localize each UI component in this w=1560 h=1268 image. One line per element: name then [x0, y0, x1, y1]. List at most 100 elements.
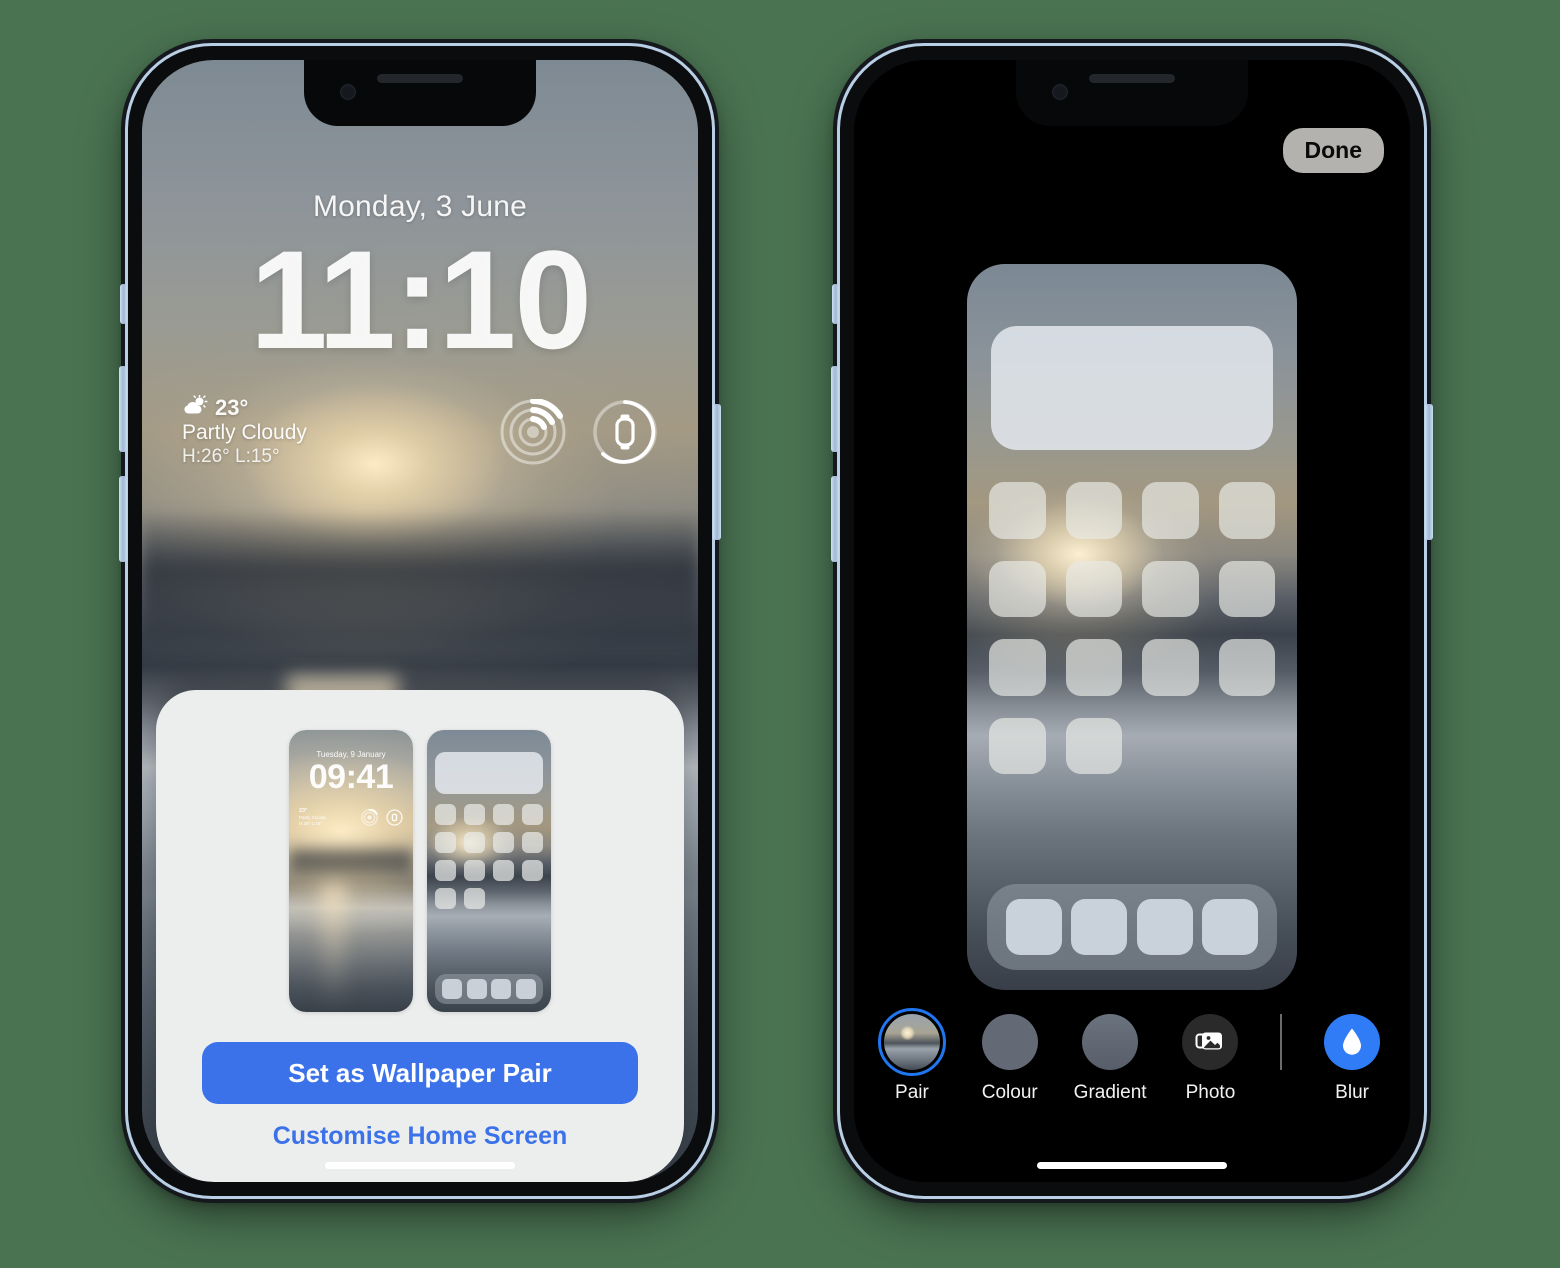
earpiece-speaker-icon	[1089, 74, 1175, 83]
app-icon	[1065, 560, 1122, 617]
preview-app-icon	[435, 860, 456, 881]
dock-icon	[1005, 899, 1062, 955]
app-icon	[1065, 482, 1122, 539]
wallpaper-cloud-band	[142, 508, 698, 644]
app-icon	[989, 639, 1046, 696]
preview-app-icon	[522, 860, 543, 881]
mute-switch[interactable]	[120, 284, 127, 324]
home-icon-grid	[989, 482, 1275, 774]
home-screen-preview[interactable]	[967, 264, 1297, 990]
volume-down-button[interactable]	[831, 476, 839, 562]
volume-down-button[interactable]	[119, 476, 127, 562]
tool-label: Colour	[981, 1082, 1038, 1103]
dock-icon	[1202, 899, 1259, 955]
dock-icon	[1136, 899, 1193, 955]
preview-app-icon	[435, 832, 456, 853]
front-camera-icon	[340, 84, 356, 100]
preview-watch-battery-icon	[386, 808, 403, 826]
preview-dock-icon	[515, 979, 536, 999]
preview-app-icon	[493, 832, 514, 853]
preview-weather-widget: 23° Partly Cloudy H:26° L:15°	[299, 808, 326, 827]
preview-find-my-rings-icon	[361, 808, 378, 826]
preview-weather-condition: Partly Cloudy	[299, 814, 326, 820]
phone-screen: Monday, 3 June 11:10 23° Partly Cloudy H…	[142, 60, 698, 1182]
mute-switch[interactable]	[832, 284, 839, 324]
lock-screen-widget-row: 23° Partly Cloudy H:26° L:15°	[182, 390, 658, 474]
preview-app-icon	[464, 860, 485, 881]
preview-home-icon-grid	[435, 804, 543, 909]
dock-icon	[1071, 899, 1128, 955]
preview-app-icon	[435, 888, 456, 909]
done-button[interactable]: Done	[1282, 128, 1384, 173]
earpiece-speaker-icon	[377, 74, 463, 83]
front-camera-icon	[1052, 84, 1068, 100]
preview-weather-high-low: H:26° L:15°	[299, 820, 323, 826]
preview-app-icon	[522, 832, 543, 853]
tool-colour[interactable]: Colour	[976, 1014, 1044, 1104]
home-screen-editor: Done Pair Colour Gradient Photo Blur	[854, 60, 1410, 1182]
preview-app-icon	[464, 888, 485, 909]
lock-screen-clock: 11:10	[249, 221, 592, 378]
power-button[interactable]	[1425, 404, 1433, 540]
volume-up-button[interactable]	[119, 366, 127, 452]
toolbar-divider	[1280, 1014, 1283, 1070]
preview-dock-icon	[491, 979, 512, 999]
preview-widget-row: 23° Partly Cloudy H:26° L:15°	[299, 804, 403, 830]
wallpaper-style-toolbar: Pair Colour Gradient Photo Blur	[854, 1008, 1410, 1124]
preview-app-icon	[464, 832, 485, 853]
preview-home-widget	[435, 752, 543, 794]
tool-pair[interactable]: Pair	[877, 1008, 946, 1104]
weather-condition: Partly Cloudy	[182, 421, 307, 445]
wallpaper-pair-previews: Tuesday, 9 January 09:41 23° Partly Clou…	[156, 730, 684, 1018]
tool-label: Photo	[1185, 1082, 1236, 1103]
display-notch	[304, 60, 536, 126]
home-indicator[interactable]	[1037, 1162, 1227, 1169]
preview-cloud-band	[289, 842, 413, 877]
gradient-swatch-icon[interactable]	[1082, 1014, 1139, 1070]
screenshot-stage: Monday, 3 June 11:10 23° Partly Cloudy H…	[0, 0, 1560, 1268]
app-icon	[1218, 639, 1275, 696]
preview-app-icon	[522, 804, 543, 825]
find-my-rings-icon[interactable]	[500, 397, 566, 465]
apple-watch-battery-icon[interactable]	[592, 399, 658, 465]
weather-widget[interactable]: 23° Partly Cloudy H:26° L:15°	[182, 394, 307, 468]
tool-gradient[interactable]: Gradient	[1074, 1014, 1147, 1104]
display-notch	[1016, 60, 1248, 126]
dock	[987, 884, 1277, 970]
home-indicator[interactable]	[325, 1162, 515, 1169]
app-icon	[1218, 560, 1275, 617]
lock-screen-preview-card[interactable]: Tuesday, 9 January 09:41 23° Partly Clou…	[289, 730, 413, 1012]
preview-sun-reflection	[321, 885, 347, 1012]
tool-photo[interactable]: Photo	[1177, 1014, 1245, 1104]
phone-screen: Done Pair Colour Gradient Photo Blur	[854, 60, 1410, 1182]
app-icon	[1065, 639, 1122, 696]
tool-blur[interactable]: Blur	[1318, 1014, 1386, 1104]
app-icon	[989, 717, 1046, 774]
preview-weather-temperature: 23°	[299, 807, 308, 814]
preview-dock	[435, 974, 543, 1004]
tool-label: Blur	[1335, 1082, 1369, 1103]
water-droplet-icon[interactable]	[1324, 1014, 1381, 1070]
power-button[interactable]	[713, 404, 721, 540]
preview-dock-icon	[466, 979, 487, 999]
preview-app-icon	[493, 804, 514, 825]
phone-lock-screen: Monday, 3 June 11:10 23° Partly Cloudy H…	[119, 46, 721, 1196]
preview-app-icon	[493, 860, 514, 881]
app-icon	[989, 560, 1046, 617]
wallpaper-thumbnail-icon[interactable]	[877, 1008, 946, 1076]
set-as-wallpaper-pair-button[interactable]: Set as Wallpaper Pair	[202, 1042, 638, 1104]
lock-screen-date: Monday, 3 June	[312, 190, 528, 223]
app-icon	[1142, 560, 1199, 617]
preview-app-icon	[435, 804, 456, 825]
app-icon	[1065, 717, 1122, 774]
preview-dock-icon	[442, 979, 463, 999]
customise-home-screen-link[interactable]: Customise Home Screen	[156, 1122, 684, 1151]
tool-label: Gradient	[1073, 1082, 1147, 1103]
volume-up-button[interactable]	[831, 366, 839, 452]
tool-label: Pair	[895, 1082, 929, 1103]
home-screen-preview-card[interactable]	[427, 730, 551, 1012]
weather-temperature: 23°	[215, 395, 249, 421]
wallpaper-pair-sheet: Tuesday, 9 January 09:41 23° Partly Clou…	[156, 690, 684, 1182]
solid-colour-swatch-icon[interactable]	[981, 1014, 1038, 1070]
photo-stack-icon[interactable]	[1182, 1014, 1239, 1070]
